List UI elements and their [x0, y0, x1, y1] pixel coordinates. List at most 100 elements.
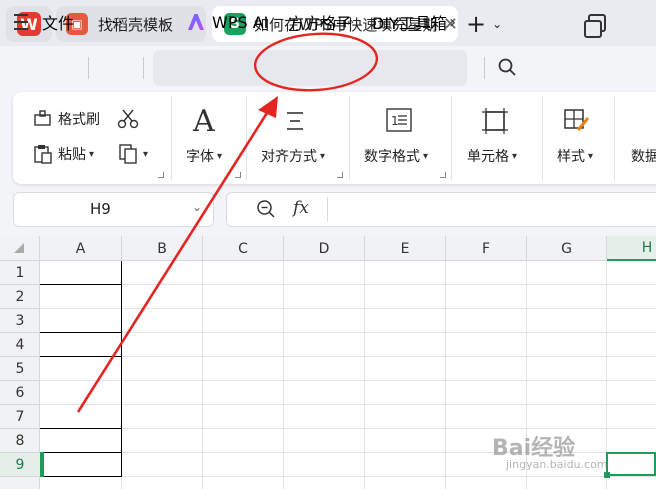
row-header-6[interactable]: 6 [0, 381, 40, 405]
tab-diy-toolbox[interactable]: DIY工具箱 [372, 10, 450, 34]
bordered-cell-a5-a7[interactable] [40, 356, 122, 429]
ribbon-divider [451, 96, 452, 180]
chevron-down-icon: ▾ [143, 148, 149, 160]
data-button[interactable]: 数据 [631, 146, 656, 166]
tab-template[interactable]: ▣ 找稻壳模板 [56, 6, 206, 42]
column-gridline [364, 261, 365, 489]
ribbon-divider [246, 96, 247, 180]
row-header-8[interactable]: 8 [0, 429, 40, 453]
button-label: 字体 [186, 149, 214, 165]
style-icon [564, 109, 590, 131]
column-header-g[interactable]: G [527, 236, 607, 261]
row-gridline [40, 308, 656, 309]
row-gridline [40, 284, 656, 285]
column-header-a[interactable]: A [40, 236, 122, 261]
button-label: 对齐方式 [261, 149, 317, 165]
name-box-value: H9 [90, 200, 111, 218]
chevron-down-icon[interactable]: ⌄ [192, 200, 202, 214]
number-format-icon: 1 [386, 108, 412, 132]
column-header-h[interactable]: H [607, 236, 656, 261]
dialog-launcher-icon[interactable] [440, 172, 446, 178]
font-button[interactable]: 字体 ▾ [186, 146, 222, 166]
row-gridline [40, 404, 656, 405]
ribbon-divider [171, 96, 172, 180]
button-label: 粘贴 [58, 147, 86, 163]
row-header-7[interactable]: 7 [0, 405, 40, 429]
align-icon [287, 112, 303, 130]
copy-button[interactable]: ▾ [118, 144, 148, 164]
align-button[interactable]: 对齐方式 ▾ [261, 146, 325, 166]
window-restore-icon[interactable] [584, 14, 606, 38]
ribbon-divider [614, 96, 615, 180]
scroll-left-icon[interactable]: ‹ [160, 10, 167, 34]
cell-button[interactable]: 单元格 ▾ [467, 146, 517, 166]
menu-button[interactable] [14, 10, 32, 34]
watermark-logo: Bai经验 [492, 436, 576, 461]
row-highlight-marker [40, 452, 44, 477]
menu-divider [88, 57, 89, 79]
insert-function-icon[interactable]: fx [293, 198, 309, 218]
chevron-down-icon: ▾ [588, 150, 594, 162]
scissors-icon[interactable] [117, 109, 139, 129]
plus-icon: + [466, 10, 487, 38]
bordered-cell-a4[interactable] [40, 332, 122, 357]
button-label: 单元格 [467, 149, 509, 165]
svg-text:1: 1 [391, 114, 399, 128]
tab-label: WPS AI [212, 12, 269, 32]
row-header-4[interactable]: 4 [0, 333, 40, 357]
row-header-2[interactable]: 2 [0, 285, 40, 309]
column-header-f[interactable]: F [446, 236, 527, 261]
formula-divider [327, 197, 328, 222]
formula-bar[interactable] [226, 192, 656, 227]
cell-icon [482, 108, 508, 134]
chevron-down-icon: ▾ [423, 150, 429, 162]
row-gridline [40, 380, 656, 381]
bordered-cell-a9[interactable] [40, 452, 122, 477]
paste-icon [34, 145, 52, 164]
column-header-e[interactable]: E [365, 236, 446, 261]
column-header-b[interactable]: B [122, 236, 203, 261]
button-label: 数字格式 [364, 149, 420, 165]
search-icon[interactable] [498, 58, 516, 76]
row-gridline [40, 428, 656, 429]
row-gridline [40, 356, 656, 357]
ribbon-tab-strip [153, 50, 467, 86]
number-format-button[interactable]: 数字格式 ▾ [364, 146, 428, 166]
dialog-launcher-icon[interactable] [337, 172, 343, 178]
ribbon-divider [349, 96, 350, 180]
bordered-cell-a2-a3[interactable] [40, 284, 122, 333]
bordered-cell-a8[interactable] [40, 428, 122, 453]
dialog-launcher-icon[interactable] [235, 172, 241, 178]
scroll-right-icon[interactable]: › [449, 10, 456, 34]
menu-divider [484, 57, 485, 79]
more-icon[interactable]: ··· [104, 10, 124, 34]
column-header-c[interactable]: C [203, 236, 284, 261]
new-tab-button[interactable]: + ⌄ [466, 10, 510, 38]
select-all-icon [14, 243, 24, 253]
file-menu[interactable]: 文件 [42, 10, 74, 34]
row-header-1[interactable]: 1 [0, 261, 40, 285]
menu-divider [143, 57, 144, 79]
row-header-5[interactable]: 5 [0, 357, 40, 381]
chevron-down-icon: ▾ [512, 150, 518, 162]
zoom-icon[interactable] [256, 199, 276, 219]
bordered-cell-a1[interactable] [40, 261, 122, 285]
format-painter-icon [34, 110, 51, 126]
format-painter-button[interactable]: 格式刷 [33, 109, 100, 129]
row-header-9[interactable]: 9 [0, 453, 40, 477]
copy-icon [119, 144, 137, 164]
dialog-launcher-icon[interactable] [158, 172, 164, 178]
row-header-3[interactable]: 3 [0, 309, 40, 333]
tab-wps-ai[interactable]: WPS AI [188, 10, 268, 34]
column-header-d[interactable]: D [284, 236, 365, 261]
button-label: 样式 [557, 149, 585, 165]
font-icon: A [193, 104, 215, 139]
paste-button[interactable]: 粘贴 ▾ [33, 144, 94, 164]
tab-fangfanggezi[interactable]: 方方格子 [288, 10, 352, 34]
name-box[interactable] [13, 192, 214, 227]
chevron-down-icon: ▾ [89, 148, 95, 160]
style-button[interactable]: 样式 ▾ [557, 146, 593, 166]
chevron-down-icon: ⌄ [492, 17, 503, 31]
wps-ai-icon [188, 14, 204, 30]
chevron-down-icon: ▾ [320, 150, 326, 162]
